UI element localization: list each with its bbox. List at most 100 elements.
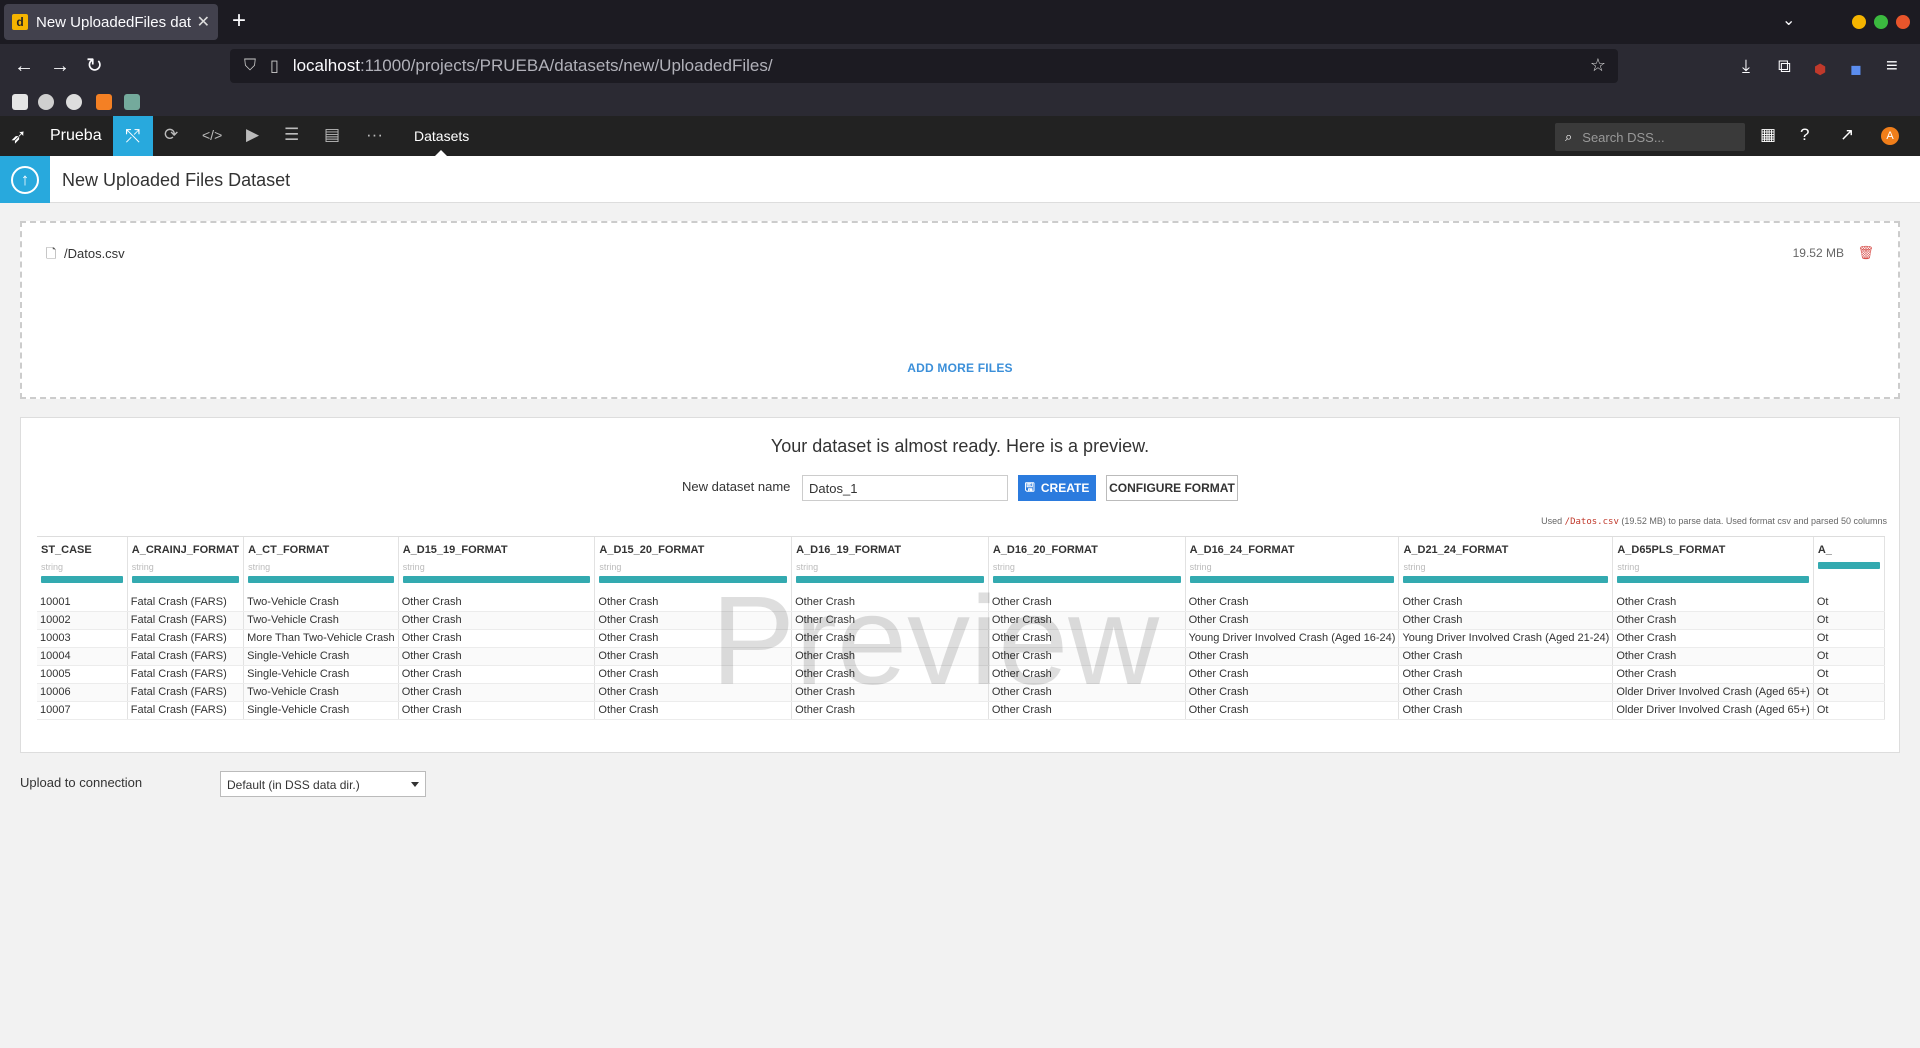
table-cell: Other Crash — [1398, 647, 1614, 666]
table-cell: More Than Two-Vehicle Crash — [243, 629, 399, 648]
column-header[interactable]: A_D65PLS_FORMATstring — [1612, 537, 1814, 593]
table-cell: Other Crash — [791, 701, 989, 720]
table-cell: Ot — [1813, 665, 1885, 684]
browser-tab-bar: d New UploadedFiles datas ✕ + ⌄ — [0, 0, 1920, 44]
column-header[interactable]: A_D16_19_FORMAT string — [791, 537, 989, 593]
table-cell: Other Crash — [398, 701, 596, 720]
add-more-files-link[interactable]: ADD MORE FILES — [22, 361, 1898, 375]
create-button[interactable]: 🖫 CREATE — [1018, 475, 1096, 501]
help-icon[interactable]: ? — [1800, 125, 1809, 145]
forward-arrow-icon[interactable]: → — [50, 54, 70, 78]
table-cell: Other Crash — [988, 629, 1186, 648]
url-bar[interactable]: ⛉ ▯ localhost:11000/projects/PRUEBA/data… — [230, 49, 1618, 83]
column-header[interactable]: A_CT_FORMAT string — [243, 537, 399, 593]
table-cell: Other Crash — [1185, 611, 1400, 630]
bitwarden-icon[interactable]: ◼ — [1850, 57, 1862, 81]
dataset-name-label: New dataset name — [682, 479, 791, 494]
project-name[interactable]: Prueba — [50, 127, 102, 145]
chatgpt-icon[interactable] — [124, 94, 140, 110]
table-cell: Other Crash — [1612, 629, 1814, 648]
browser-tab[interactable]: d New UploadedFiles datas ✕ — [4, 4, 218, 40]
back-arrow-icon[interactable]: ← — [14, 54, 34, 78]
column-type: string — [402, 562, 425, 572]
column-header[interactable]: A_CRAINJ_FORMAT string — [127, 537, 245, 593]
shield-icon[interactable]: ⛉ — [244, 57, 256, 75]
ublock-icon[interactable]: ⬢ — [1814, 57, 1826, 81]
deploy-icon[interactable]: ☰ — [284, 125, 299, 145]
column-validity-bar — [1189, 576, 1395, 583]
column-validity-bar — [1403, 576, 1609, 583]
github-icon[interactable] — [38, 94, 54, 110]
column-header[interactable]: A_D15_20_FORMAT string — [594, 537, 793, 593]
parse-note: Used /Datos.csv (19.52 MB) to parse data… — [1541, 516, 1887, 527]
table-row: 10004 Fatal Crash (FARS) Single-Vehicle Cr… — [37, 647, 1885, 666]
column-header[interactable]: ST_CASE string — [37, 537, 128, 593]
bookmark-star-icon[interactable]: ☆ — [1590, 55, 1606, 76]
column-name: A_CT_FORMAT — [248, 544, 330, 556]
menu-icon[interactable]: ≡ — [1886, 54, 1898, 78]
run-icon[interactable]: ▶ — [246, 125, 259, 145]
table-cell: Ot — [1813, 611, 1885, 630]
table-cell: Other Crash — [398, 611, 596, 630]
table-cell: Other Crash — [1185, 701, 1400, 720]
table-cell: Other Crash — [988, 701, 1186, 720]
trash-icon[interactable]: 🗑 — [1857, 245, 1874, 261]
search-input[interactable]: ⌕ Search DSS... — [1555, 123, 1745, 151]
new-tab-icon[interactable]: + — [232, 8, 246, 34]
table-row: 10003 Fatal Crash (FARS) More Than Two-Veh… — [37, 629, 1885, 648]
uploaded-file-row: 🗋 /Datos.csv 19.52 MB 🗑 — [46, 245, 1874, 265]
avatar[interactable]: A — [1881, 127, 1899, 145]
reload-icon[interactable]: ↻ — [86, 54, 103, 78]
dss-favicon-icon: d — [12, 14, 28, 30]
close-tab-icon[interactable]: ✕ — [197, 12, 210, 32]
maximize-window-button[interactable] — [1874, 15, 1888, 29]
column-name: A_D16_19_FORMAT — [796, 544, 902, 556]
upload-dropzone[interactable]: 🗋 /Datos.csv 19.52 MB 🗑 ADD MORE FILES — [20, 221, 1900, 399]
apps-grid-icon[interactable]: ▦ — [1760, 125, 1776, 145]
column-type: string — [131, 562, 154, 572]
extensions-icon[interactable]: ⧉ — [1778, 54, 1791, 78]
file-name: /Datos.csv — [64, 246, 125, 261]
connection-select[interactable]: Default (in DSS data dir.) — [220, 771, 426, 797]
column-header[interactable]: A_D16_20_FORMAT string — [988, 537, 1186, 593]
breadcrumb[interactable]: Datasets — [414, 128, 469, 144]
table-cell: Ot — [1813, 683, 1885, 702]
column-header[interactable]: A_D21_24_FORMAT string — [1398, 537, 1614, 593]
code-icon[interactable]: </> — [202, 127, 222, 143]
column-name: A_D65PLS_FORMAT — [1617, 544, 1726, 556]
downloads-icon[interactable]: ⤓ — [1742, 54, 1750, 78]
chevron-down-icon[interactable]: ⌄ — [1782, 10, 1795, 30]
bookmark-1-icon[interactable] — [12, 94, 28, 110]
table-cell: Other Crash — [398, 629, 596, 648]
table-cell: Two-Vehicle Crash — [243, 593, 399, 612]
minimize-window-button[interactable] — [1852, 15, 1866, 29]
column-header[interactable]: A_D15_19_FORMAT string — [398, 537, 596, 593]
table-cell: Two-Vehicle Crash — [243, 683, 399, 702]
recipes-icon[interactable]: ⟳ — [164, 125, 178, 145]
dashboard-icon[interactable]: ▤ — [324, 125, 340, 145]
column-type: string — [1617, 562, 1640, 572]
table-cell: Older Driver Involved Crash (Aged 65+) — [1612, 701, 1814, 720]
configure-format-button[interactable]: CONFIGURE FORMAT — [1106, 475, 1238, 501]
table-cell: Ot — [1813, 629, 1885, 648]
search-icon: ⌕ — [1565, 129, 1573, 144]
table-cell: Other Crash — [988, 683, 1186, 702]
dataiku-bird-icon[interactable]: ➶ — [10, 124, 27, 149]
dataset-name-input[interactable] — [802, 475, 1008, 501]
close-window-button[interactable] — [1896, 15, 1910, 29]
page-header: ↑ New Uploaded Files Dataset — [0, 156, 1920, 203]
table-cell: 10004 — [37, 647, 128, 666]
column-validity-bar — [402, 576, 591, 583]
table-cell: Young Driver Involved Crash (Aged 21-24) — [1398, 629, 1614, 648]
table-cell: Other Crash — [791, 611, 989, 630]
more-icon[interactable]: ··· — [366, 125, 383, 145]
activity-icon[interactable]: ↗ — [1840, 125, 1854, 145]
stackoverflow-icon[interactable] — [96, 94, 112, 110]
table-cell: Ot — [1813, 647, 1885, 666]
flow-icon[interactable]: ⤲ — [113, 116, 153, 156]
bookmark-3-icon[interactable] — [66, 94, 82, 110]
upload-connection-label: Upload to connection — [20, 775, 143, 790]
column-header[interactable]: A_ — [1813, 537, 1885, 593]
column-header[interactable]: A_D16_24_FORMAT string — [1185, 537, 1400, 593]
column-type: string — [599, 562, 622, 572]
